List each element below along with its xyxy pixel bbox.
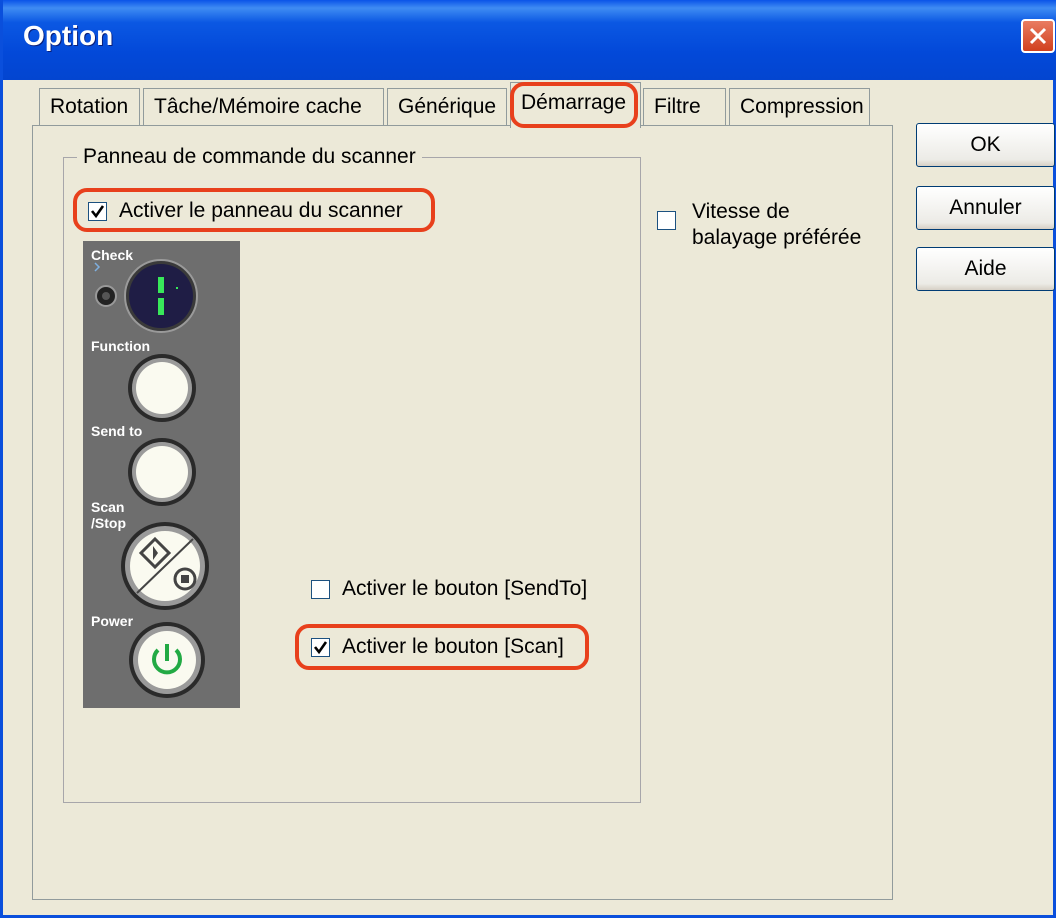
enable-scan-checkbox[interactable] <box>311 638 330 657</box>
preferred-speed-label[interactable]: Vitesse de balayage préférée <box>692 199 861 251</box>
checkmark-icon <box>90 205 105 219</box>
enable-sendto-label[interactable]: Activer le bouton [SendTo] <box>342 577 587 601</box>
scanner-panel-image: Check Function Send to Scan /Stop Power <box>83 241 240 708</box>
enable-panel-checkbox[interactable] <box>88 202 107 221</box>
preferred-speed-checkbox[interactable] <box>657 211 676 230</box>
option-dialog: Option Rotation Tâche/Mémoire cache Géné… <box>0 0 1056 918</box>
stop-label: /Stop <box>91 515 126 531</box>
preferred-speed-line1: Vitesse de <box>692 200 790 223</box>
window-title: Option <box>23 20 114 51</box>
tab-task-cache[interactable]: Tâche/Mémoire cache <box>143 88 384 126</box>
power-label: Power <box>91 613 134 629</box>
help-button[interactable]: Aide <box>916 247 1055 291</box>
title-bar[interactable]: Option <box>3 0 1056 80</box>
tab-filter[interactable]: Filtre <box>643 88 726 126</box>
function-label: Function <box>91 338 151 354</box>
tab-generic[interactable]: Générique <box>387 88 507 126</box>
enable-panel-label[interactable]: Activer le panneau du scanner <box>119 199 403 223</box>
tab-startup[interactable]: Démarrage <box>510 82 641 128</box>
scanner-panel-graphics <box>94 259 209 698</box>
sendto-label: Send to <box>91 423 143 439</box>
scan-label: Scan <box>91 499 125 515</box>
tab-compression[interactable]: Compression <box>729 88 870 126</box>
preferred-speed-line2: balayage préférée <box>692 226 862 249</box>
group-title: Panneau de commande du scanner <box>77 145 422 169</box>
tab-rotation[interactable]: Rotation <box>39 88 140 126</box>
enable-scan-label[interactable]: Activer le bouton [Scan] <box>342 635 564 659</box>
cancel-button[interactable]: Annuler <box>916 186 1055 230</box>
ok-button[interactable]: OK <box>916 123 1055 167</box>
checkmark-icon <box>313 641 328 655</box>
close-icon <box>1029 27 1047 45</box>
close-button[interactable] <box>1021 19 1055 53</box>
enable-sendto-checkbox[interactable] <box>311 580 330 599</box>
